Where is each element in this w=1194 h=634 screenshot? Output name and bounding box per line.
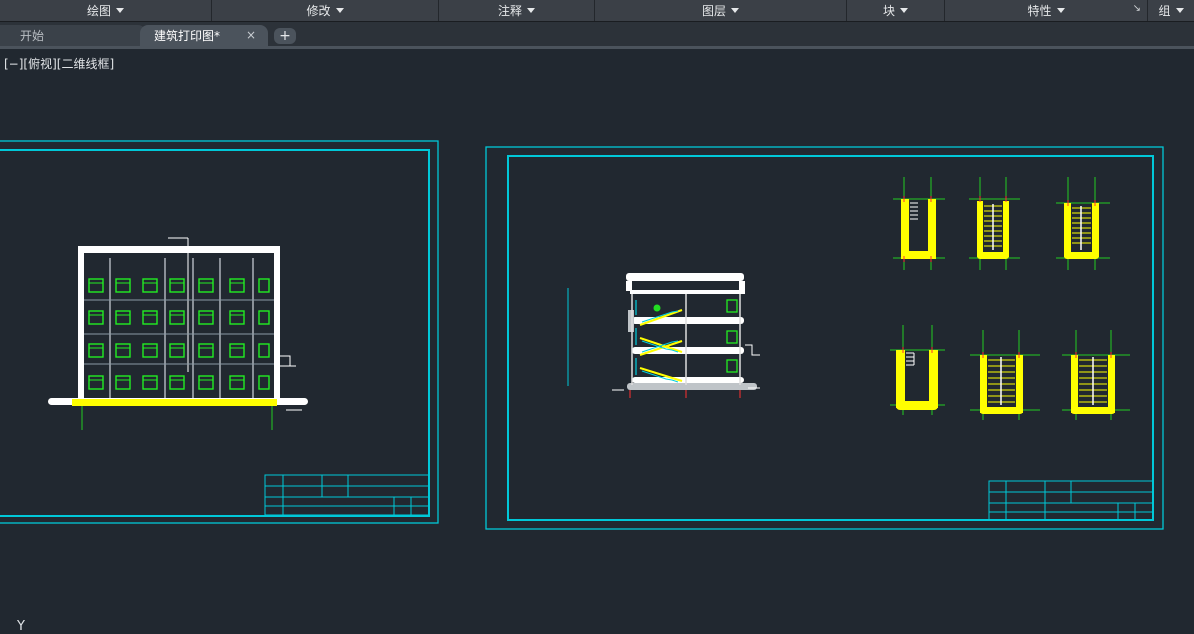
layout-frame-left	[0, 140, 439, 524]
ribbon-panel-annotate-label: 注释	[497, 4, 522, 18]
stair-plan-3	[1056, 177, 1110, 270]
elevation-drawing	[48, 237, 308, 430]
tab-start[interactable]: 开始	[0, 25, 146, 46]
chevron-down-icon	[116, 8, 124, 13]
ribbon-panel-properties[interactable]: 特性 ↘	[945, 0, 1148, 21]
panel-launcher-icon[interactable]: ↘	[1133, 3, 1141, 14]
ribbon-panel-properties-label: 特性	[1027, 4, 1052, 18]
tab-drawing[interactable]: 建筑打印图* ×	[140, 25, 268, 46]
section-drawing	[612, 273, 760, 398]
close-icon[interactable]: ×	[246, 28, 256, 42]
ribbon-panel-layers-label: 图层	[701, 4, 726, 18]
tab-drawing-label: 建筑打印图*	[154, 29, 221, 43]
chevron-down-icon	[1175, 8, 1184, 13]
ribbon-panel-draw[interactable]: 绘图	[0, 0, 212, 21]
ribbon-panel-modify-label: 修改	[306, 4, 331, 18]
stair-plan-2	[969, 177, 1020, 270]
title-block-right	[988, 480, 1154, 521]
ribbon-panel-bar: 绘图 修改 注释 图层 块 特性 ↘ 组	[0, 0, 1194, 22]
tab-start-label: 开始	[20, 29, 45, 43]
new-tab-button[interactable]: +	[274, 28, 296, 44]
stair-plan-4	[890, 325, 945, 415]
ribbon-panel-draw-label: 绘图	[86, 4, 111, 18]
chevron-down-icon	[335, 8, 344, 13]
chevron-down-icon	[1056, 8, 1065, 13]
chevron-down-icon	[527, 8, 535, 13]
stair-plan-6	[1062, 330, 1130, 420]
ribbon-panel-block-label: 块	[882, 4, 895, 18]
ribbon-panel-modify[interactable]: 修改	[212, 0, 439, 21]
chevron-down-icon	[731, 8, 739, 13]
stair-plan-1	[893, 177, 945, 270]
stair-plan-5	[970, 330, 1040, 420]
stair-plans	[890, 177, 1130, 420]
ribbon-panel-annotate[interactable]: 注释	[439, 0, 595, 21]
title-block-left	[264, 474, 430, 516]
layout-frame-right	[485, 146, 1164, 530]
file-tab-bar: 开始 建筑打印图* × +	[0, 22, 1194, 46]
chevron-down-icon	[900, 8, 908, 13]
ribbon-panel-groups[interactable]: 组	[1148, 0, 1194, 21]
drawing-canvas[interactable]	[0, 49, 1194, 634]
ribbon-panel-groups-label: 组	[1158, 4, 1171, 18]
ribbon-panel-block[interactable]: 块	[847, 0, 945, 21]
ucs-icon: Y	[17, 619, 25, 634]
ribbon-panel-layers[interactable]: 图层	[595, 0, 847, 21]
